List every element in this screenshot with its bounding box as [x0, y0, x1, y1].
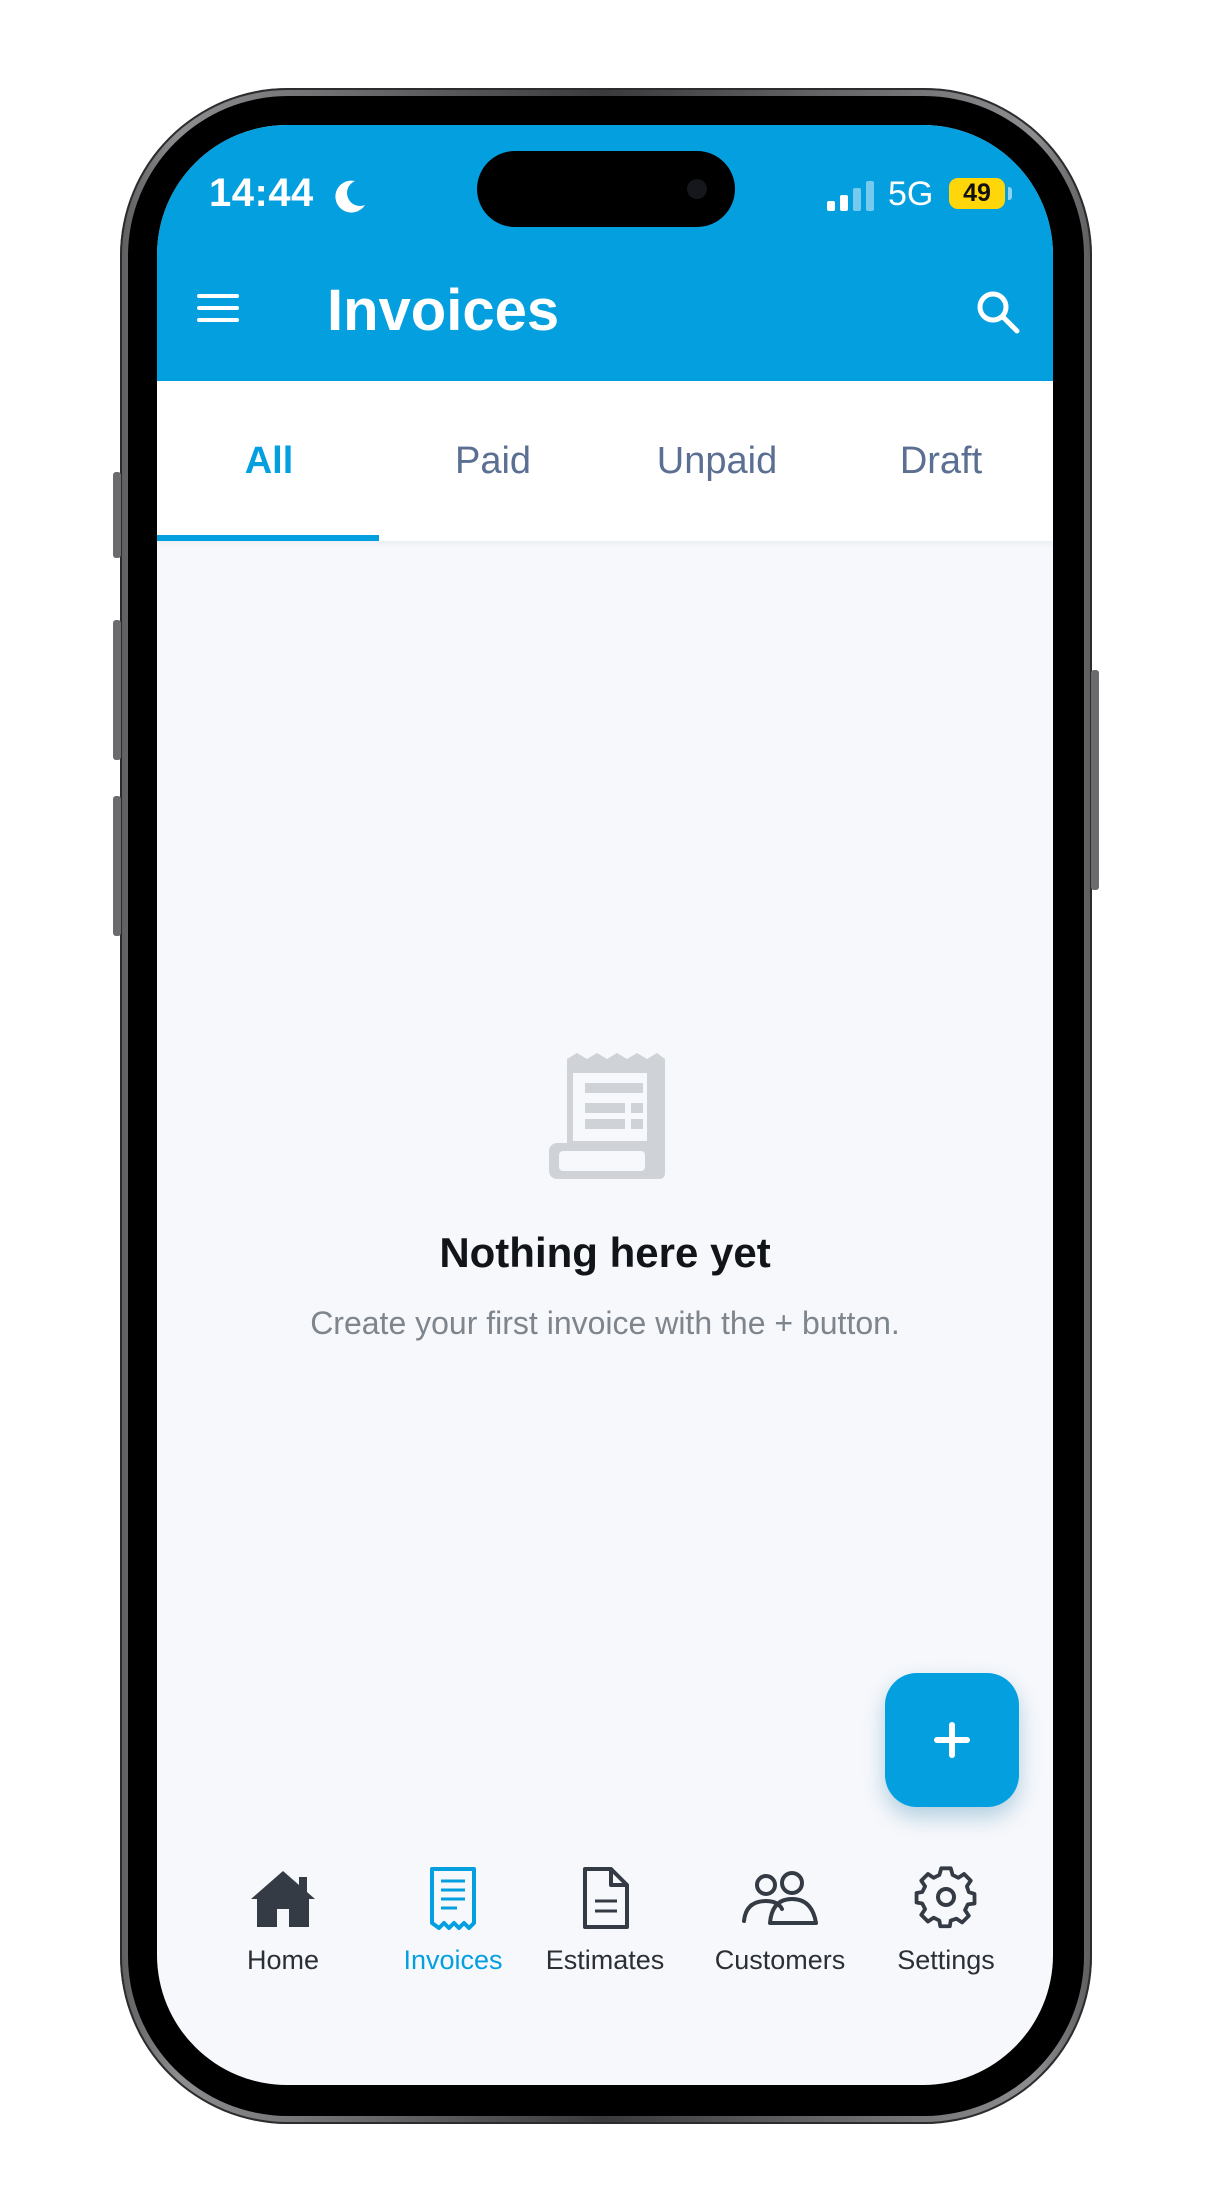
- nav-label-home: Home: [246, 1945, 320, 1975]
- receipt-icon: [549, 1053, 665, 1179]
- dynamic-island: [477, 151, 735, 227]
- app-header: 14:44 5G 49 Invoices: [157, 125, 1053, 381]
- battery-cap: [1008, 187, 1012, 200]
- nav-item-customers[interactable]: Customers: [695, 1865, 865, 1995]
- nav-label-settings: Settings: [897, 1945, 995, 1975]
- volume-down-button: [113, 796, 121, 936]
- tab-unpaid[interactable]: Unpaid: [605, 381, 829, 541]
- battery-indicator: 49: [949, 178, 1005, 209]
- empty-state-title: Nothing here yet: [439, 1229, 771, 1276]
- gear-icon: [914, 1866, 977, 1929]
- home-icon: [251, 1871, 315, 1927]
- active-tab-indicator: [157, 535, 379, 541]
- moon-icon: [335, 180, 365, 213]
- empty-state-subtitle: Create your first invoice with the + but…: [310, 1305, 900, 1341]
- search-icon[interactable]: [973, 287, 1023, 337]
- invoice-filter-tabs: All Paid Unpaid Draft: [157, 381, 1053, 541]
- network-label: 5G: [888, 175, 934, 213]
- users-icon: [742, 1871, 818, 1925]
- action-button: [113, 472, 121, 558]
- nav-label-customers: Customers: [714, 1945, 846, 1975]
- signal-icon: [827, 181, 874, 211]
- volume-up-button: [113, 620, 121, 760]
- nav-item-invoices[interactable]: Invoices: [368, 1865, 538, 1995]
- invoice-icon: [430, 1867, 476, 1930]
- plus-icon: [934, 1722, 970, 1758]
- tab-paid[interactable]: Paid: [381, 381, 605, 541]
- status-time: 14:44: [209, 171, 314, 215]
- tab-all[interactable]: All: [157, 381, 381, 541]
- nav-item-settings[interactable]: Settings: [861, 1865, 1031, 1995]
- power-button: [1091, 670, 1099, 890]
- tab-draft[interactable]: Draft: [829, 381, 1053, 541]
- hamburger-menu-icon[interactable]: [195, 285, 241, 331]
- nav-item-estimates[interactable]: Estimates: [520, 1865, 690, 1995]
- nav-label-invoices: Invoices: [403, 1945, 503, 1975]
- nav-label-estimates: Estimates: [545, 1945, 665, 1975]
- page-title: Invoices: [327, 278, 560, 343]
- nav-item-home[interactable]: Home: [198, 1865, 368, 1995]
- add-invoice-button[interactable]: [885, 1673, 1019, 1807]
- app-screen: 14:44 5G 49 Invoices All Paid Unpaid Dra…: [157, 125, 1053, 2085]
- bottom-navigation: Home Invoices Estimates Customers Settin…: [157, 1865, 1053, 2015]
- document-icon: [583, 1867, 629, 1929]
